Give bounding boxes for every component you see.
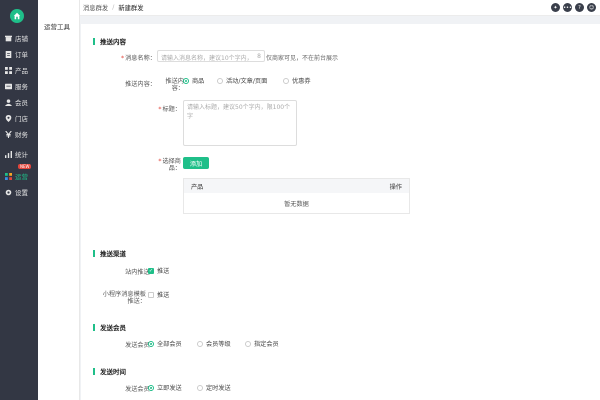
settings-icon <box>5 189 12 195</box>
sidebar-item-label: 会员 <box>15 99 28 107</box>
table-header: 产品 操作 <box>184 179 409 193</box>
order-icon <box>5 50 12 58</box>
checkbox-label: 推送 <box>157 292 170 299</box>
mp-template-push-checkbox[interactable]: 推送 <box>148 290 169 299</box>
add-product-button[interactable]: 添加 <box>183 157 209 169</box>
sidebar-item-label: 设置 <box>15 189 28 197</box>
radio-label: 全部会员 <box>157 341 182 348</box>
content-type-label: 推送内 容： <box>165 78 184 92</box>
sidebar-item-products[interactable]: 产品 <box>0 62 38 78</box>
radio-label: 立即发送 <box>157 385 182 392</box>
table-empty-state: 暂无数据 <box>284 201 309 208</box>
home-logo-icon[interactable] <box>10 9 24 23</box>
radio-label: 商品 <box>192 78 205 85</box>
sidebar-item-label: 服务 <box>15 83 28 91</box>
breadcrumb-parent[interactable]: 消息群发 <box>83 3 108 12</box>
sidebar-item-orders[interactable]: 订单 <box>0 46 38 62</box>
member-all-radio[interactable]: 全部会员 <box>148 339 182 348</box>
store-location-icon <box>5 114 12 122</box>
content-type-product-radio[interactable]: 商品 <box>183 76 204 85</box>
section-title-push-channel: 推送渠道 <box>93 248 126 258</box>
sidebar-item-members[interactable]: 会员 <box>0 94 38 110</box>
sidebar-item-finance[interactable]: 财务 <box>0 126 38 142</box>
compass-icon[interactable]: ✦ <box>551 3 560 12</box>
sidebar-item-operation[interactable]: NEW 运营 <box>0 164 38 184</box>
section-title-send-member: 发送会员 <box>93 322 126 332</box>
shop-icon <box>5 35 12 41</box>
sidebar-item-label: 运营 <box>15 173 28 181</box>
product-table: 产品 操作 暂无数据 <box>183 178 410 214</box>
sidebar-item-label: 产品 <box>15 67 28 75</box>
sidebar-item-services[interactable]: 服务 <box>0 78 38 94</box>
content-type-coupon-radio[interactable]: 优惠券 <box>283 76 311 85</box>
breadcrumb-current: 新建群发 <box>118 5 144 12</box>
send-now-radio[interactable]: 立即发送 <box>148 383 182 392</box>
product-icon <box>5 66 12 74</box>
section-title-send-time: 发送时间 <box>93 366 126 376</box>
top-icon-group: ✦ ••• ? ☺ <box>551 3 596 12</box>
stats-icon <box>5 150 12 158</box>
sidebar-item-shop[interactable]: 店铺 <box>0 30 38 46</box>
sidebar-item-label: 门店 <box>15 115 28 123</box>
top-bar: 消息群发 / 新建群发 ✦ ••• ? ☺ <box>80 0 600 16</box>
send-scheduled-radio[interactable]: 定时发送 <box>197 383 231 392</box>
message-name-placeholder: 请输入消息名称，建议10个字内， <box>161 55 253 62</box>
sidebar-item-label: 财务 <box>15 131 28 139</box>
sidebar-item-label: 店铺 <box>15 35 28 43</box>
sidebar-item-label: 统计 <box>15 151 28 159</box>
checkbox-label: 推送 <box>157 268 170 275</box>
message-name-hint: 仅商家可见，不在前台展示 <box>266 55 339 62</box>
member-level-radio[interactable]: 会员等级 <box>197 339 231 348</box>
radio-label: 指定会员 <box>254 341 279 348</box>
operation-icon <box>5 172 12 180</box>
inapp-push-checkbox[interactable]: ✓ 推送 <box>148 266 169 275</box>
sub-sidebar: 运营工具 <box>38 0 80 400</box>
new-badge: NEW <box>18 164 32 169</box>
radio-label: 活动/文章/页面 <box>226 78 268 85</box>
title-label: *标题： <box>158 106 181 113</box>
sidebar-item-stores[interactable]: 门店 <box>0 110 38 126</box>
form-panel: 推送内容 *消息名称： 请输入消息名称，建议10个字内， 8 仅商家可见，不在前… <box>81 24 600 400</box>
message-name-label: *消息名称： <box>120 55 156 62</box>
finance-icon <box>5 130 12 138</box>
member-specified-radio[interactable]: 指定会员 <box>245 339 279 348</box>
help-icon[interactable]: ? <box>575 3 584 12</box>
section-title-push-content: 推送内容 <box>93 36 126 46</box>
sidebar-item-settings[interactable]: 设置 <box>0 184 38 200</box>
main-sidebar: 店铺 订单 产品 服务 会员 门店 财务 统计 NEW 运营 设置 <box>0 0 38 400</box>
chat-icon[interactable]: ••• <box>563 3 572 12</box>
member-icon <box>5 98 12 106</box>
column-header-product: 产品 <box>191 183 204 191</box>
content-type-activity-radio[interactable]: 活动/文章/页面 <box>217 76 267 85</box>
service-icon <box>5 83 12 89</box>
sidebar-item-label: 订单 <box>15 51 28 59</box>
select-product-label: *选择商 品： <box>158 158 181 172</box>
message-name-counter: 8 <box>257 53 261 60</box>
radio-label: 定时发送 <box>206 385 231 392</box>
subsidebar-title[interactable]: 运营工具 <box>44 21 70 31</box>
title-textarea[interactable]: 请输入标题，建议50个字内，限100个字 <box>183 100 297 146</box>
radio-label: 会员等级 <box>206 341 231 348</box>
sidebar-item-stats[interactable]: 统计 <box>0 146 38 162</box>
breadcrumb-separator: / <box>112 4 115 11</box>
column-header-action: 操作 <box>389 183 402 191</box>
radio-label: 优惠券 <box>292 78 311 85</box>
user-icon[interactable]: ☺ <box>587 3 596 12</box>
message-name-input[interactable]: 请输入消息名称，建议10个字内， 8 <box>157 50 265 62</box>
mp-template-push-label: 小程序消息模板 推送： <box>102 291 146 305</box>
